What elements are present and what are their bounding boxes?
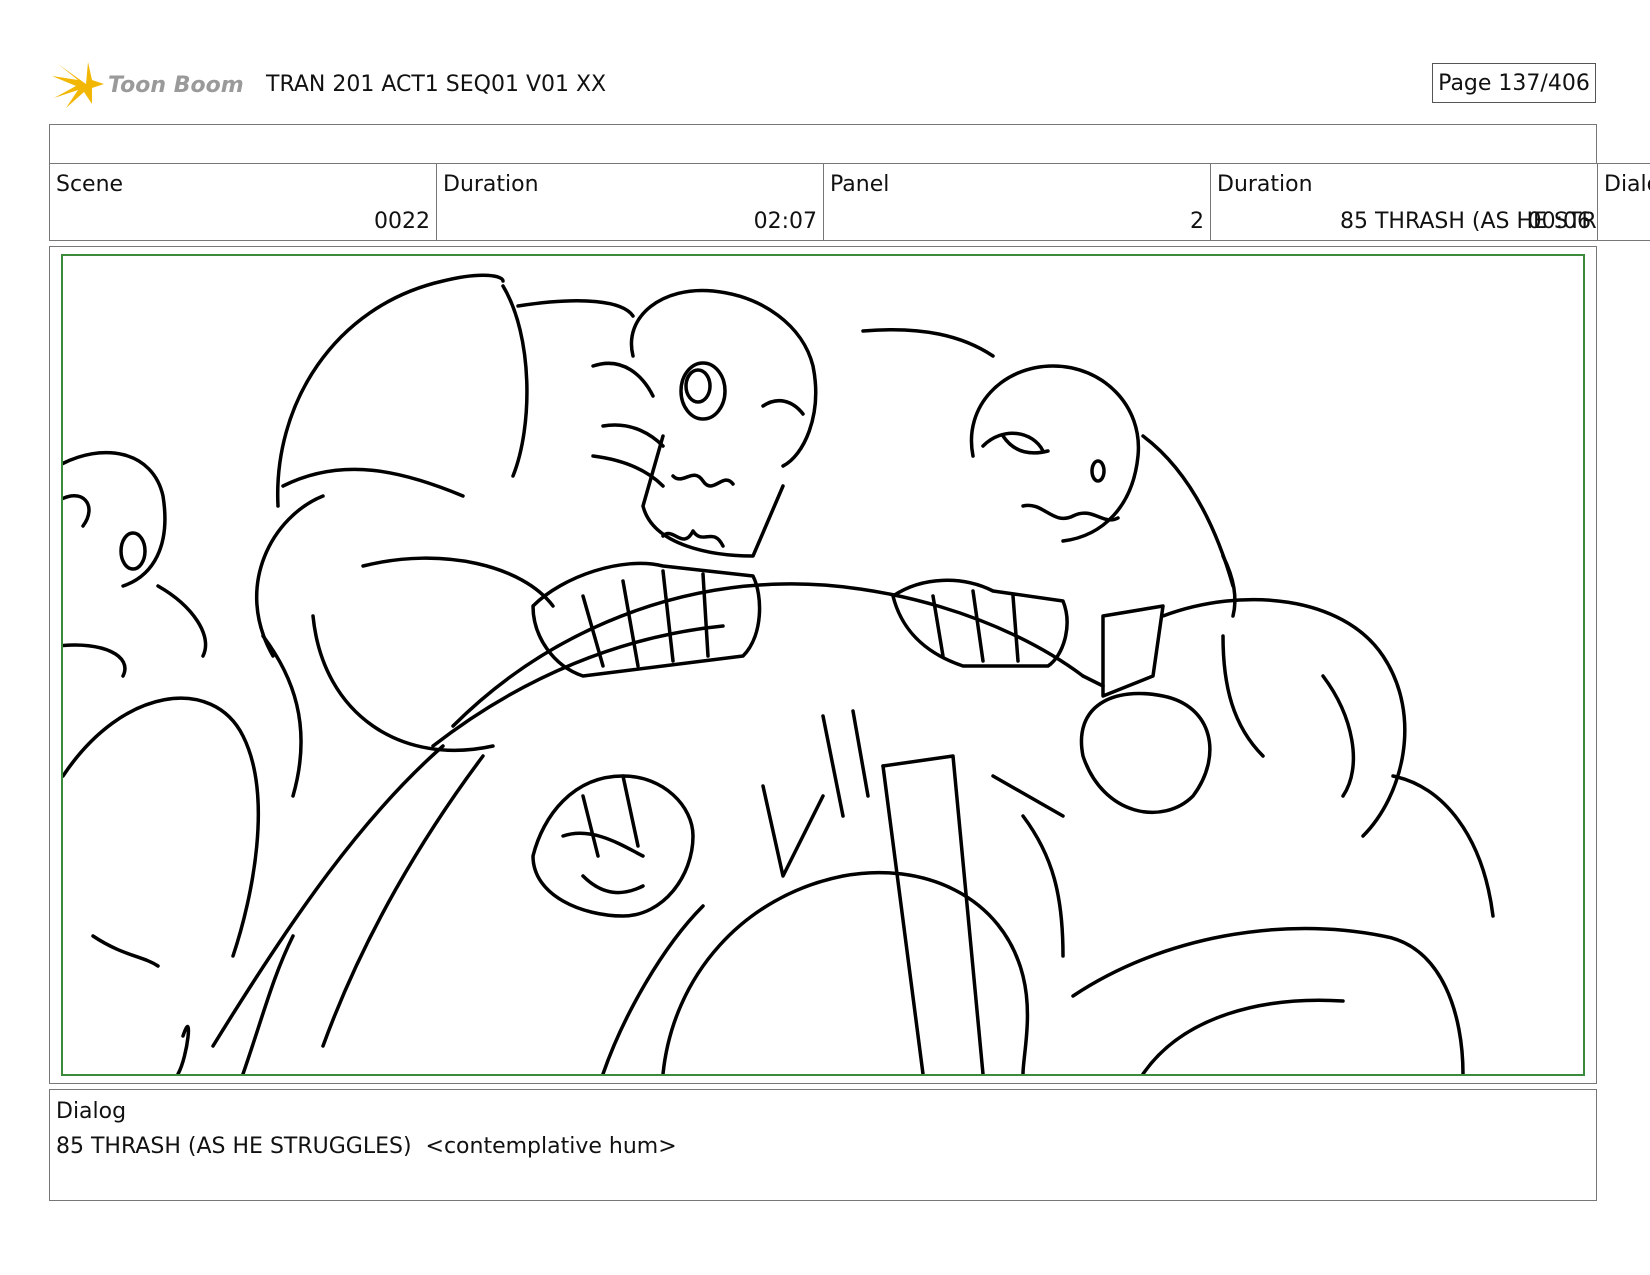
- logo-wordmark: Toon Boom: [108, 73, 244, 98]
- center-left-brute: [211, 273, 635, 1074]
- scene-duration-cell: Duration 02:07: [436, 163, 824, 241]
- page-indicator: Page 137/406: [1432, 63, 1596, 103]
- panel-duration-value: 00:06: [1527, 209, 1591, 234]
- info-row: Scene 0022 Duration 02:07 Panel 2 Durati…: [49, 163, 1650, 241]
- dialog-text: 85 THRASH (AS HE STRUGGLES) <contemplati…: [56, 1134, 677, 1159]
- right-skull-head: [861, 327, 1237, 618]
- scene-value: 0022: [374, 209, 430, 234]
- page-label: Page 137/406: [1438, 70, 1590, 96]
- panel-value: 2: [1190, 209, 1204, 234]
- panel-label: Panel: [830, 172, 890, 197]
- star-icon: [52, 62, 104, 108]
- left-skull-figure: [63, 450, 303, 1074]
- scene-cell: Scene 0022: [49, 163, 437, 241]
- dialog-label: Dialog: [56, 1099, 127, 1124]
- dialog-cell: Dialog: [1597, 163, 1650, 241]
- foreground-right-figure: [1071, 597, 1495, 1074]
- panel-duration-label: Duration: [1217, 172, 1313, 197]
- toon-boom-logo: Toon Boom: [52, 58, 252, 114]
- scene-duration-value: 02:07: [753, 209, 817, 234]
- raised-fist: [531, 774, 695, 918]
- panel-duration-cell: Duration 85 THRASH (AS HE STRUGGLES) 00:…: [1210, 163, 1598, 241]
- scene-duration-label: Duration: [443, 172, 539, 197]
- dialog-box: Dialog 85 THRASH (AS HE STRUGGLES) <cont…: [49, 1089, 1597, 1201]
- document-title: TRAN 201 ACT1 SEQ01 V01 XX: [266, 72, 607, 97]
- header-strip: [49, 124, 1597, 164]
- foreground-bottom: [661, 709, 1065, 1074]
- center-skull-head: [591, 288, 818, 558]
- logo-graphic: Toon Boom: [52, 62, 244, 108]
- scene-label: Scene: [56, 172, 124, 197]
- bar-arc: [431, 582, 1105, 1074]
- storyboard-panel: [61, 254, 1585, 1076]
- dialog-cell-label: Dialog: [1604, 172, 1650, 197]
- sketch-drawing: [63, 273, 1495, 1074]
- panel-cell: Panel 2: [823, 163, 1211, 241]
